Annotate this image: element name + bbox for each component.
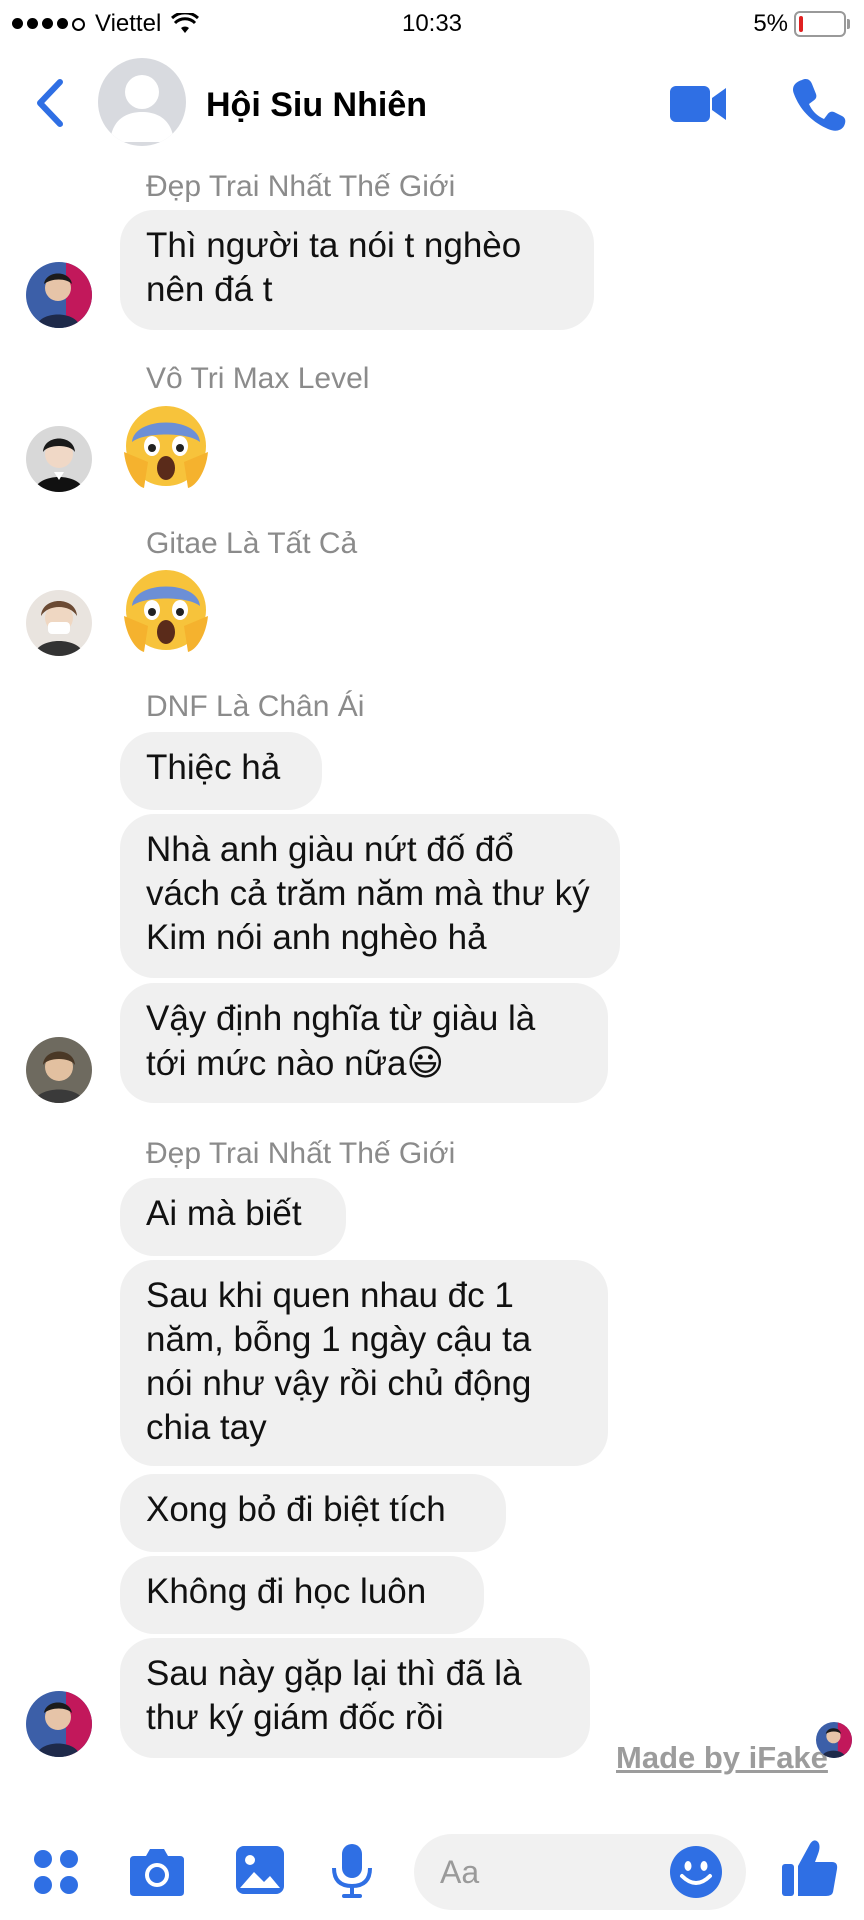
sender-name: Đẹp Trai Nhất Thế Giới — [146, 1137, 456, 1170]
default-avatar-icon — [110, 75, 174, 142]
battery-icon — [794, 11, 850, 37]
message-text: Vậy định nghĩa từ giàu là tới mức nào nữ… — [146, 999, 536, 1083]
message-bubble[interactable]: Thiệc hả — [120, 732, 322, 810]
message-bubble[interactable]: Không đi học luôn — [120, 1556, 484, 1634]
photo-icon[interactable] — [234, 1844, 286, 1896]
message-placeholder: Aa — [440, 1854, 480, 1890]
message-bubble[interactable]: Ai mà biết — [120, 1178, 346, 1256]
avatar[interactable] — [26, 1037, 92, 1103]
group-avatar[interactable] — [98, 58, 186, 146]
message-bubble[interactable]: Vậy định nghĩa từ giàu là tới mức nào nữ… — [120, 983, 608, 1103]
chat-header: Hội Siu Nhiên — [0, 52, 864, 152]
like-icon[interactable] — [780, 1838, 840, 1900]
avatar[interactable] — [26, 262, 92, 328]
battery-area: 5% — [753, 10, 850, 38]
watermark: Made by iFake — [616, 1740, 828, 1775]
phone-call-icon[interactable] — [790, 76, 846, 132]
battery-percent: 5% — [753, 10, 788, 37]
scream-emoji-icon[interactable] — [122, 566, 210, 654]
sender-name: Gitae Là Tất Cả — [146, 527, 358, 560]
sender-name: DNF Là Chân Ái — [146, 690, 365, 723]
seen-avatar — [816, 1722, 852, 1758]
status-bar: Viettel 10:33 5% — [0, 0, 864, 48]
message-bubble[interactable]: Nhà anh giàu nứt đố đổ vách cả trăm năm … — [120, 814, 620, 978]
avatar[interactable] — [26, 426, 92, 492]
microphone-icon[interactable] — [330, 1842, 374, 1900]
sender-name: Vô Tri Max Level — [146, 362, 370, 395]
apps-icon[interactable] — [32, 1848, 80, 1896]
sender-name: Đẹp Trai Nhất Thế Giới — [146, 170, 456, 203]
message-bubble[interactable]: Sau này gặp lại thì đã là thư ký giám đố… — [120, 1638, 590, 1758]
message-bubble[interactable]: Thì người ta nói t nghèo nên đá t — [120, 210, 594, 330]
scream-emoji-icon[interactable] — [122, 402, 210, 490]
video-call-icon[interactable] — [668, 82, 728, 126]
message-bubble[interactable]: Xong bỏ đi biệt tích — [120, 1474, 506, 1552]
back-icon[interactable] — [30, 78, 70, 128]
smiley-emoji-icon: 😃 — [406, 1042, 444, 1083]
clock: 10:33 — [401, 10, 463, 37]
composer-bar: Aa — [0, 1820, 864, 1920]
chat-title[interactable]: Hội Siu Nhiên — [206, 86, 427, 125]
avatar[interactable] — [26, 590, 92, 656]
emoji-icon[interactable] — [668, 1844, 724, 1900]
message-input[interactable]: Aa — [414, 1834, 746, 1910]
message-bubble[interactable]: Sau khi quen nhau đc 1 năm, bỗng 1 ngày … — [120, 1260, 608, 1466]
avatar[interactable] — [26, 1691, 92, 1757]
camera-icon[interactable] — [128, 1846, 186, 1898]
